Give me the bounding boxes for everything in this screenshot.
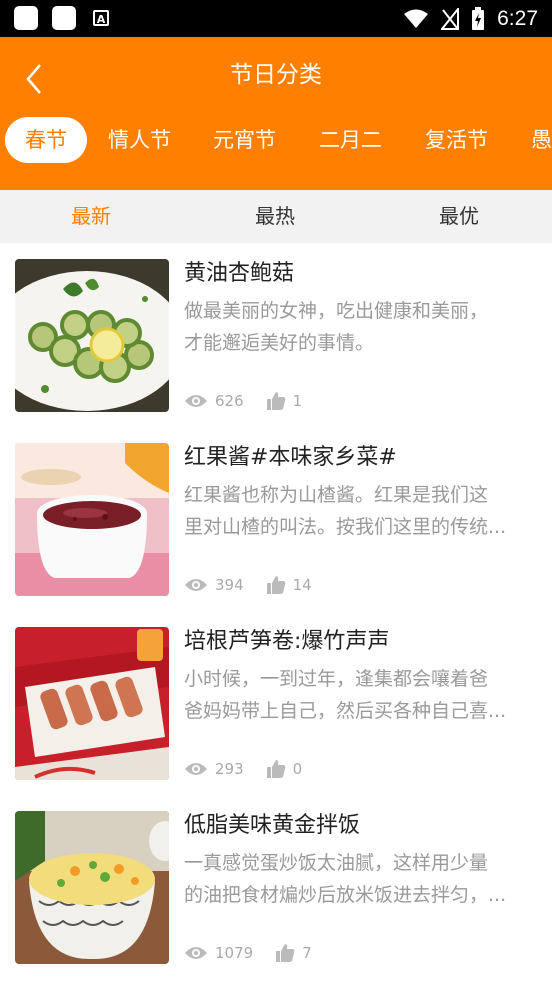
recipe-description: 一真感觉蛋炒饭太油腻，这样用少量 的油把食材煸炒后放米饭进去拌匀，... xyxy=(184,847,524,911)
status-bar: A 6:27 xyxy=(0,0,552,37)
like-count: 7 xyxy=(302,944,312,962)
view-count: 394 xyxy=(215,576,244,594)
thumbs-up-icon[interactable] xyxy=(266,391,286,411)
view-count: 1079 xyxy=(215,944,254,962)
recipe-stats: 293 0 xyxy=(184,757,302,781)
sort-tabs: 最新 最热 最优 xyxy=(0,190,552,243)
recipe-title: 低脂美味黄金拌饭 xyxy=(184,813,361,838)
wifi-icon xyxy=(404,9,429,28)
recipe-description-line: 一真感觉蛋炒饭太油腻，这样用少量 xyxy=(184,852,489,874)
page-title: 节日分类 xyxy=(230,62,322,88)
tab-best[interactable]: 最优 xyxy=(439,190,479,243)
tab-hottest[interactable]: 最热 xyxy=(255,190,295,243)
view-count: 626 xyxy=(215,392,244,410)
recipe-description-line: 红果酱也称为山楂酱。红果是我们这 xyxy=(184,484,489,506)
recipe-list-item[interactable]: 低脂美味黄金拌饭 一真感觉蛋炒饭太油腻，这样用少量 的油把食材煸炒后放米饭进去拌… xyxy=(0,795,552,979)
recipe-description: 做最美丽的女神，吃出健康和美丽， 才能邂逅美好的事情。 xyxy=(184,295,524,359)
recipe-stats: 394 14 xyxy=(184,573,312,597)
recipe-thumbnail xyxy=(15,627,169,780)
notification-icon xyxy=(14,6,38,30)
festival-tabs: 春节 情人节 元宵节 二月二 复活节 愚 xyxy=(0,117,552,165)
thumbs-up-icon[interactable] xyxy=(266,759,286,779)
no-signal-icon xyxy=(441,7,460,30)
recipe-stats: 1079 7 xyxy=(184,941,312,965)
thumbs-up-icon[interactable] xyxy=(275,943,295,963)
tab-lantern-festival[interactable]: 元宵节 xyxy=(213,117,276,163)
eye-icon xyxy=(185,579,207,591)
like-count: 0 xyxy=(292,760,303,778)
view-count: 293 xyxy=(215,760,244,778)
recipe-description: 小时候，一到过年，逢集都会嚷着爸 爸妈妈带上自己，然后买各种自己喜... xyxy=(184,663,524,727)
recipe-description-line: 里对山楂的叫法。按我们这里的传统... xyxy=(184,516,507,538)
recipe-list-item[interactable]: 培根芦笋卷:爆竹声声 小时候，一到过年，逢集都会嚷着爸 爸妈妈带上自己，然后买各… xyxy=(0,611,552,795)
tab-easter[interactable]: 复活节 xyxy=(425,117,488,163)
recipe-thumbnail xyxy=(15,811,169,964)
recipe-description-line: 做最美丽的女神，吃出健康和美丽， xyxy=(184,300,489,322)
recipe-description-line: 才能邂逅美好的事情。 xyxy=(184,332,375,354)
tab-valentines-day[interactable]: 情人节 xyxy=(108,117,171,163)
recipe-list-item[interactable]: 黄油杏鲍菇 做最美丽的女神，吃出健康和美丽， 才能邂逅美好的事情。 626 1 xyxy=(0,243,552,427)
thumbs-up-icon[interactable] xyxy=(266,575,286,595)
eye-icon xyxy=(185,395,207,407)
battery-charging-icon xyxy=(472,6,485,30)
recipe-description: 红果酱也称为山楂酱。红果是我们这 里对山楂的叫法。按我们这里的传统... xyxy=(184,479,524,543)
recipe-list-item[interactable]: 红果酱#本味家乡菜# 红果酱也称为山楂酱。红果是我们这 里对山楂的叫法。按我们这… xyxy=(0,427,552,611)
eye-icon xyxy=(185,947,207,959)
recipe-stats: 626 1 xyxy=(184,389,302,413)
app-header: 节日分类 春节 情人节 元宵节 二月二 复活节 愚 xyxy=(0,37,552,190)
recipe-description-line: 爸妈妈带上自己，然后买各种自己喜... xyxy=(184,700,507,722)
recipe-thumbnail xyxy=(15,443,169,596)
like-count: 14 xyxy=(292,576,312,594)
notification-icon xyxy=(52,6,76,30)
like-count: 1 xyxy=(292,392,303,410)
tab-spring-festival[interactable]: 春节 xyxy=(5,117,87,163)
recipe-thumbnail xyxy=(15,259,169,412)
tab-april-fools[interactable]: 愚 xyxy=(531,117,552,163)
eye-icon xyxy=(185,763,207,775)
recipe-title: 红果酱#本味家乡菜# xyxy=(184,445,397,470)
recipe-title: 黄油杏鲍菇 xyxy=(184,261,295,286)
recipe-description-line: 小时候，一到过年，逢集都会嚷着爸 xyxy=(184,668,489,690)
app-notification-icon: A xyxy=(93,10,109,26)
tab-newest[interactable]: 最新 xyxy=(71,190,111,243)
tab-eryue-er[interactable]: 二月二 xyxy=(319,117,382,163)
clock-time: 6:27 xyxy=(497,6,538,30)
recipe-description-line: 的油把食材煸炒后放米饭进去拌匀，... xyxy=(184,884,507,906)
recipe-title: 培根芦笋卷:爆竹声声 xyxy=(184,629,390,654)
